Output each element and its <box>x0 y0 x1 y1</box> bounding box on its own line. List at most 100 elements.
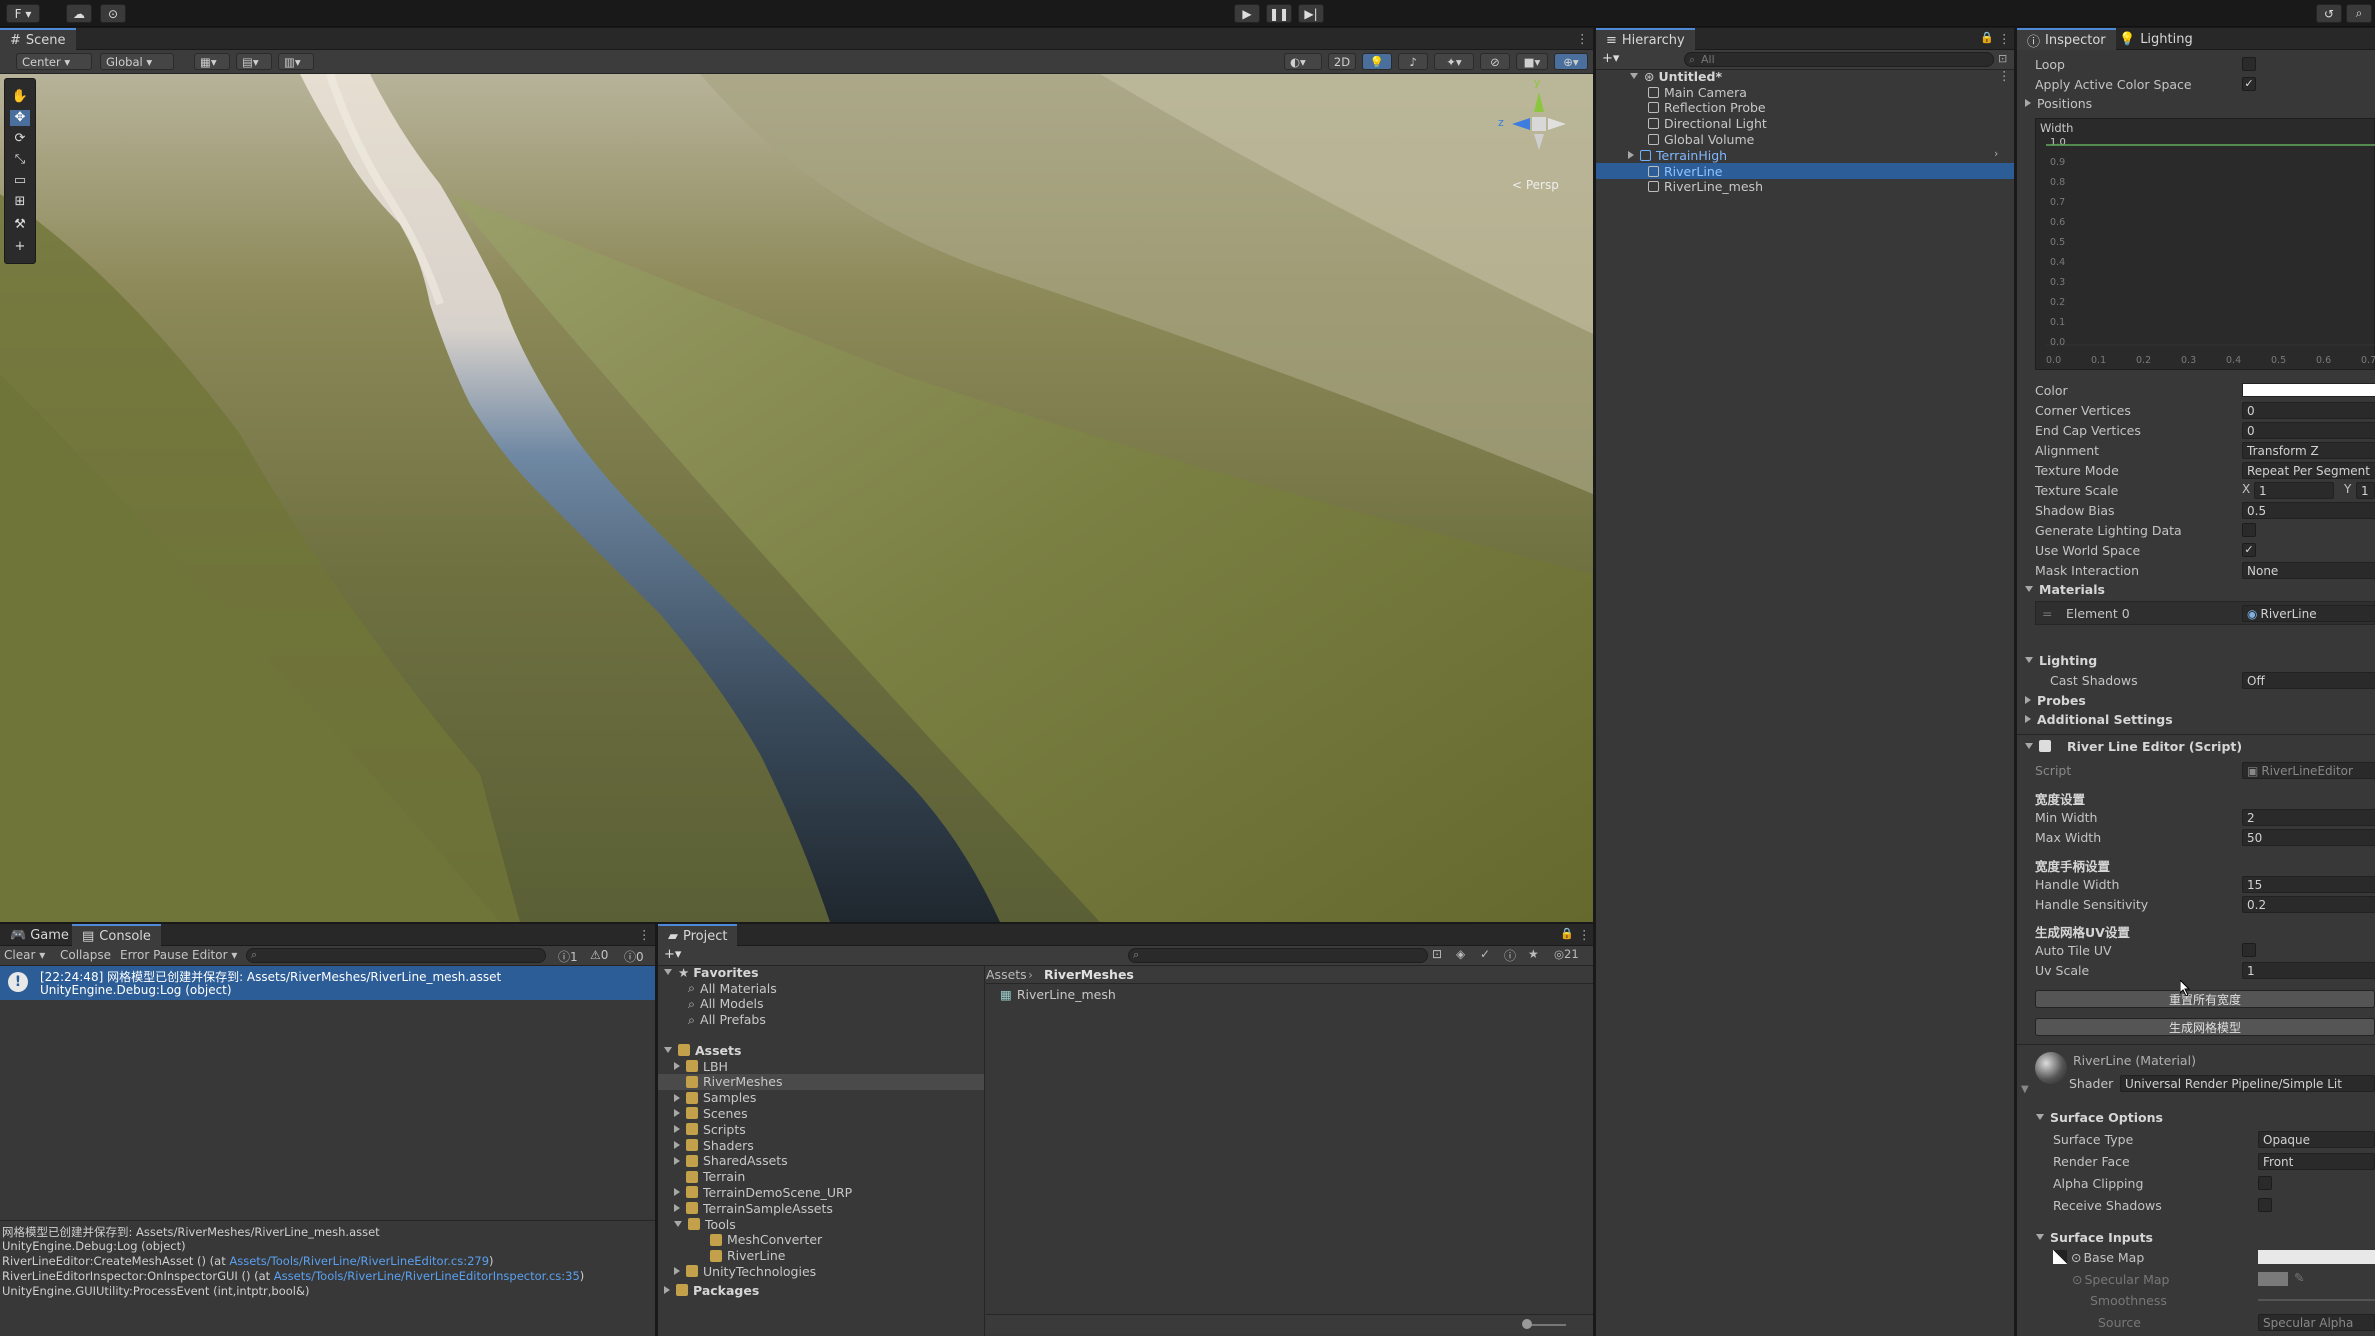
project-search-input[interactable]: ⌕ <box>1128 948 1428 963</box>
surface-options-foldout[interactable]: Surface Options <box>2036 1108 2163 1126</box>
breadcrumb-root[interactable]: Assets <box>986 967 1027 982</box>
render-face-dropdown[interactable]: Front <box>2258 1153 2375 1170</box>
search-icon[interactable]: ⌕ <box>2346 4 2372 23</box>
expand-arrow-icon[interactable] <box>674 1221 682 1227</box>
texture-scale-y-input[interactable]: 1 <box>2356 482 2375 499</box>
effects-icon[interactable]: ✦▾ <box>1434 53 1474 70</box>
asset-folder-item[interactable]: UnityTechnologies <box>658 1263 984 1279</box>
create-asset-icon[interactable]: +▾ <box>664 947 681 962</box>
scene-root[interactable]: ⊛ Untitled* <box>1630 68 1722 84</box>
favorites-foldout[interactable]: ★ Favorites <box>664 964 759 980</box>
lighting-foldout[interactable]: Lighting <box>2025 651 2097 669</box>
field-input[interactable]: 0 <box>2242 402 2375 419</box>
gizmos-icon[interactable]: ⊕▾ <box>1554 53 1588 70</box>
collapse-button[interactable]: Collapse <box>60 948 111 962</box>
pause-button[interactable]: ❚❚ <box>1266 4 1292 23</box>
element0-field[interactable]: ◉ RiverLine <box>2242 605 2375 622</box>
field-dropdown[interactable]: None <box>2242 562 2375 579</box>
hierarchy-item[interactable]: Reflection Probe <box>1596 100 2014 116</box>
collab-icon[interactable]: ⊙ <box>100 4 126 23</box>
tab-inspector[interactable]: ⓘ Inspector <box>2017 28 2116 50</box>
asset-folder-item[interactable]: RiverMeshes <box>658 1073 984 1090</box>
editor-dropdown[interactable]: Editor ▾ <box>192 948 237 962</box>
asset-folder-item[interactable]: Scenes <box>658 1105 984 1121</box>
loop-checkbox[interactable] <box>2242 57 2256 71</box>
hierarchy-search-input[interactable]: ⌕ All <box>1684 52 1994 67</box>
base-color-swatch[interactable] <box>2258 1250 2375 1264</box>
material-fold-icon[interactable]: ▼ <box>2021 1084 2029 1095</box>
handle-sensitivity-input[interactable]: 0.2 <box>2242 896 2375 913</box>
probes-foldout[interactable]: Probes <box>2025 691 2086 709</box>
stacktrace-link[interactable]: Assets/Tools/RiverLine/RiverLineEditorIn… <box>274 1269 580 1283</box>
expand-arrow-icon[interactable] <box>674 1156 680 1165</box>
asset-file-item[interactable]: ▦ RiverLine_mesh <box>1000 986 1116 1002</box>
shader-dropdown[interactable]: Universal Render Pipeline/Simple Lit <box>2120 1075 2375 1092</box>
console-log-entry[interactable]: ! [22:24:48] 网格模型已创建并保存到: Assets/RiverMe… <box>0 966 655 1000</box>
lock-icon[interactable]: 🔒 <box>1560 927 1574 940</box>
tab-scene[interactable]: # Scene <box>0 28 76 50</box>
receive-shadows-checkbox[interactable] <box>2258 1198 2272 1212</box>
console-menu-icon[interactable]: ⋮ <box>638 927 651 942</box>
drag-handle-icon[interactable]: = <box>2042 606 2052 621</box>
expand-arrow-icon[interactable] <box>674 1204 680 1213</box>
field-input[interactable]: 0 <box>2242 422 2375 439</box>
transform-tool-icon[interactable]: ⊞ <box>10 194 30 210</box>
orientation-gizmo[interactable]: y z < Persp <box>1494 76 1584 194</box>
expand-arrow-icon[interactable] <box>674 1141 680 1149</box>
warning-count-toggle[interactable]: ⚠0 <box>590 948 608 962</box>
handle-width-input[interactable]: 15 <box>2242 876 2375 893</box>
asset-folder-item[interactable]: SharedAssets <box>658 1153 984 1169</box>
stacktrace-link[interactable]: Assets/Tools/RiverLine/RiverLineEditor.c… <box>229 1254 489 1268</box>
cloud-icon[interactable]: ☁ <box>66 4 92 23</box>
favorite-item[interactable]: ⌕ All Materials <box>688 980 777 996</box>
eyedropper-icon[interactable]: ✎ <box>2294 1270 2304 1285</box>
hidden-objects-icon[interactable]: ⊘ <box>1480 53 1510 70</box>
source-dropdown[interactable]: Specular Alpha <box>2258 1314 2375 1331</box>
expand-arrow-icon[interactable] <box>674 1062 680 1070</box>
specular-color-swatch[interactable] <box>2258 1272 2288 1286</box>
assets-foldout[interactable]: Assets <box>664 1042 741 1058</box>
hand-tool-icon[interactable]: ✋ <box>10 89 30 105</box>
hierarchy-menu-icon[interactable]: ⋮ <box>1998 31 2011 46</box>
search-by-label-icon[interactable]: ◈ <box>1456 947 1465 961</box>
cast-shadows-dropdown[interactable]: Off <box>2242 672 2375 689</box>
hierarchy-item[interactable]: RiverLine_mesh <box>1596 179 2014 195</box>
add-tool-icon[interactable]: + <box>10 239 30 255</box>
asset-folder-item[interactable]: RiverLine <box>658 1248 984 1264</box>
surface-inputs-foldout[interactable]: Surface Inputs <box>2036 1228 2153 1246</box>
lock-icon[interactable]: 🔒 <box>1980 31 1994 44</box>
breadcrumb-leaf[interactable]: RiverMeshes <box>1044 967 1134 982</box>
tab-lighting[interactable]: 💡 Lighting <box>2109 28 2203 50</box>
icon-size-slider-thumb[interactable] <box>1522 1319 1532 1329</box>
audio-toggle-icon[interactable]: ♪ <box>1398 53 1428 70</box>
base-map-row[interactable]: ⊙ Base Map <box>2053 1248 2144 1266</box>
grid-snap-icon[interactable]: ▦▾ <box>194 53 230 70</box>
chevron-right-icon[interactable]: › <box>1994 147 1998 160</box>
tab-console[interactable]: ▤ Console <box>72 924 161 946</box>
camera-settings-icon[interactable]: ■▾ <box>1516 53 1548 70</box>
hierarchy-item[interactable]: RiverLine <box>1596 163 2014 179</box>
rect-tool-icon[interactable]: ▭ <box>10 173 30 189</box>
asset-folder-item[interactable]: TerrainSampleAssets <box>658 1200 984 1216</box>
favorite-item[interactable]: ⌕ All Models <box>688 996 764 1012</box>
materials-foldout[interactable]: Materials <box>2025 580 2105 598</box>
texture-scale-x-input[interactable]: 1 <box>2254 482 2334 499</box>
persp-label[interactable]: < Persp <box>1512 178 1559 192</box>
max-width-input[interactable]: 50 <box>2242 829 2375 846</box>
asset-folder-item[interactable]: Samples <box>658 1090 984 1106</box>
expand-arrow-icon[interactable] <box>674 1109 680 1118</box>
tab-project[interactable]: ▰ Project <box>658 924 738 946</box>
scene-viewport[interactable]: ✋ ✥ ⟳ ⤡ ▭ ⊞ ⚒ + y z < Persp <box>0 74 1593 922</box>
field-dropdown[interactable]: Transform Z <box>2242 442 2375 459</box>
scene-menu-icon[interactable]: ⋮ <box>1576 31 1589 46</box>
min-width-input[interactable]: 2 <box>2242 809 2375 826</box>
step-button[interactable]: ▶| <box>1298 4 1324 23</box>
custom-tool-icon[interactable]: ⚒ <box>10 217 30 233</box>
asset-folder-item[interactable]: TerrainDemoScene_URP <box>658 1184 984 1200</box>
packages-foldout[interactable]: Packages <box>664 1282 759 1298</box>
positions-foldout[interactable]: Positions <box>2025 94 2092 112</box>
smoothness-slider[interactable] <box>2258 1299 2375 1301</box>
asset-folder-item[interactable]: MeshConverter <box>658 1232 984 1248</box>
rotate-tool-icon[interactable]: ⟳ <box>10 131 30 147</box>
asset-folder-item[interactable]: Terrain <box>658 1169 984 1185</box>
